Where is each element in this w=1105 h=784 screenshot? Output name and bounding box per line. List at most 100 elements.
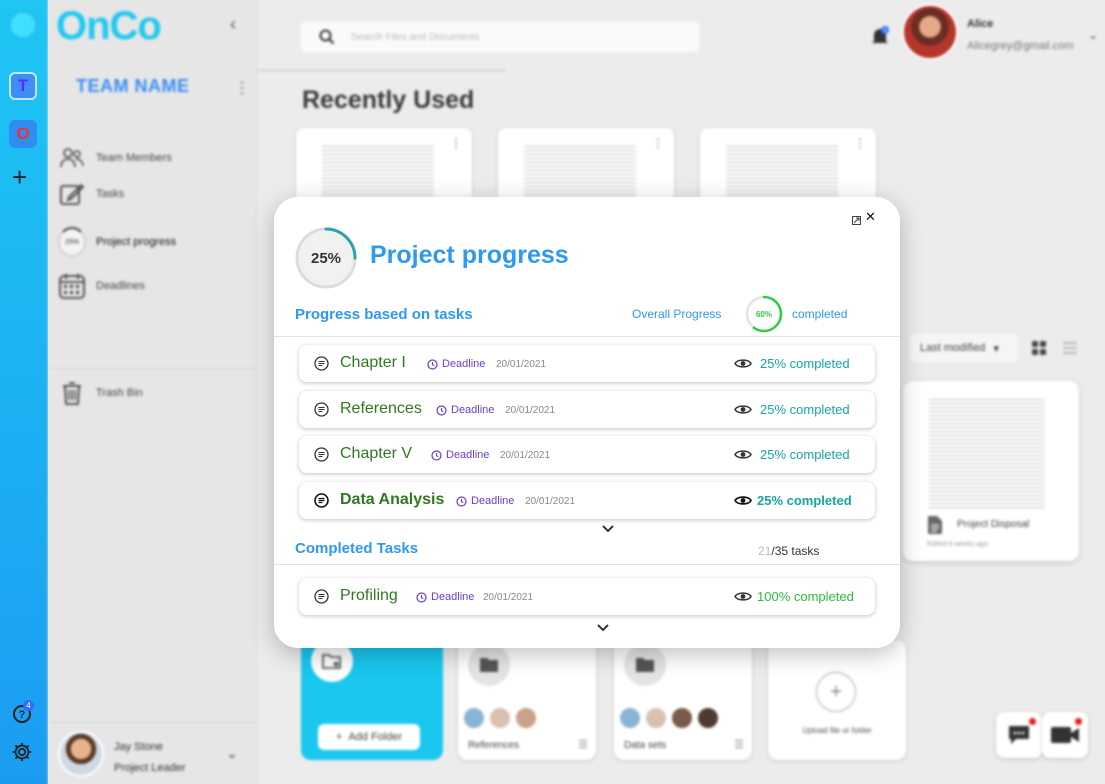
clock-icon xyxy=(431,449,442,461)
recent-doc-card[interactable]: ⋮ xyxy=(498,128,674,208)
recent-doc-card[interactable]: ⋮ xyxy=(296,128,472,208)
menu-icon[interactable]: ☰ xyxy=(734,738,744,751)
completed-task-row[interactable]: Profiling Deadline 20/01/2021 100% compl… xyxy=(299,578,875,615)
help-button[interactable]: ? 4 xyxy=(12,700,34,724)
task-name: Chapter V xyxy=(340,445,413,462)
deadline-tag: Deadline xyxy=(436,404,494,416)
overall-progress-value: 60% xyxy=(755,309,772,319)
file-card[interactable]: Project Disposal Edited 6 weeks ago xyxy=(903,381,1079,561)
task-name: References xyxy=(340,400,422,417)
clock-icon xyxy=(427,358,438,370)
chevron-down-icon[interactable] xyxy=(601,524,615,534)
help-badge: 4 xyxy=(23,700,34,711)
progress-ring-value: 25% xyxy=(310,249,342,267)
chevron-down-icon[interactable]: ⌄ xyxy=(226,745,238,762)
close-icon[interactable]: ✕ xyxy=(865,209,876,225)
eye-icon[interactable] xyxy=(734,494,752,507)
list-view-button[interactable] xyxy=(1062,340,1078,356)
collapse-sidebar-icon[interactable]: ‹ xyxy=(230,14,236,35)
sidebar-item-label: Deadlines xyxy=(96,280,145,292)
sidebar-item-team-members[interactable]: Team Members xyxy=(58,144,172,172)
section-divider xyxy=(274,564,900,565)
folder-card[interactable]: Data sets ☰ xyxy=(614,640,752,760)
sidebar-item-project-progress[interactable]: 25% Project progress xyxy=(58,227,176,257)
notifications-button[interactable]: 0 xyxy=(870,26,890,46)
deadline-tag: Deadline xyxy=(427,358,485,370)
more-icon[interactable]: ⋮ xyxy=(854,136,866,150)
menu-icon[interactable]: ☰ xyxy=(578,738,588,751)
member-avatars xyxy=(618,706,720,730)
task-progress: 25% completed xyxy=(760,447,850,462)
task-list-icon xyxy=(314,356,329,371)
folder-icon xyxy=(624,644,666,686)
grid-view-button[interactable] xyxy=(1031,340,1047,356)
overall-completed-label: completed xyxy=(792,307,848,321)
user-profile[interactable]: Jay Stone Project Leader ⌄ xyxy=(48,722,257,784)
chat-button[interactable] xyxy=(996,712,1042,758)
folder-card[interactable]: References ☰ xyxy=(458,640,596,760)
eye-icon[interactable] xyxy=(734,357,752,370)
sidebar-item-label: Tasks xyxy=(96,188,125,200)
task-row[interactable]: References Deadline 20/01/2021 25% compl… xyxy=(299,391,875,428)
home-dot-icon[interactable] xyxy=(12,14,34,36)
avatar xyxy=(58,731,104,777)
task-row[interactable]: Data Analysis Deadline 20/01/2021 25% co… xyxy=(299,482,875,519)
sidebar-item-deadlines[interactable]: Deadlines xyxy=(58,272,145,300)
team-name[interactable]: TEAM NAME xyxy=(76,76,190,97)
task-progress: 25% completed xyxy=(760,356,850,371)
deadline-date: 20/01/2021 xyxy=(500,450,551,461)
plus-icon: + xyxy=(335,731,343,743)
task-progress: 25% completed xyxy=(757,493,852,508)
add-app-icon[interactable]: + xyxy=(12,164,27,190)
add-folder-card[interactable]: + Add Folder xyxy=(301,630,443,760)
eye-icon[interactable] xyxy=(734,448,752,461)
app-logo: OnCo xyxy=(56,4,162,48)
settings-button[interactable] xyxy=(11,741,33,763)
chevron-down-icon[interactable] xyxy=(596,623,610,633)
sort-dropdown[interactable]: Last modified ▾ xyxy=(910,334,1018,362)
deadline-tag: Deadline xyxy=(416,591,474,603)
app-o-button[interactable]: O xyxy=(9,120,37,148)
sort-label: Last modified xyxy=(920,342,986,354)
bell-icon: 0 xyxy=(872,26,889,43)
task-row[interactable]: Chapter V Deadline 20/01/2021 25% comple… xyxy=(299,436,875,473)
overall-progress-label: Overall Progress xyxy=(632,307,722,321)
clock-icon xyxy=(456,495,467,507)
task-list-icon xyxy=(314,493,329,508)
edit-icon xyxy=(58,180,86,208)
more-icon[interactable]: ⋮ xyxy=(652,136,664,150)
chevron-down-icon[interactable]: ⌄ xyxy=(1088,28,1098,42)
search-bar[interactable]: Search Files and Documents xyxy=(301,22,699,52)
upload-label: Upload file or folder xyxy=(802,726,872,735)
project-progress-modal: ✕ 25% Project progress Progress based on… xyxy=(274,197,900,648)
svg-text:?: ? xyxy=(19,709,26,721)
video-icon xyxy=(1051,727,1079,743)
sidebar-item-tasks[interactable]: Tasks xyxy=(58,180,124,208)
search-icon xyxy=(319,29,335,45)
video-call-button[interactable] xyxy=(1042,712,1088,758)
user-email: Alicegrey@gmail.com xyxy=(967,40,1074,52)
eye-icon[interactable] xyxy=(734,590,752,603)
recently-used-title: Recently Used xyxy=(302,86,475,114)
sidebar-item-label: Team Members xyxy=(96,152,172,164)
recent-doc-card[interactable]: ⋮ xyxy=(700,128,876,208)
search-input[interactable]: Search Files and Documents xyxy=(351,32,479,43)
app-rail: T O + ? 4 xyxy=(0,0,48,784)
people-icon xyxy=(58,144,86,172)
section-divider xyxy=(274,336,900,337)
more-icon[interactable]: ⋮ xyxy=(450,136,462,150)
user-avatar[interactable] xyxy=(902,4,958,60)
sidebar-item-trash[interactable]: Trash Bin xyxy=(58,379,143,407)
file-name: Project Disposal xyxy=(957,519,1030,530)
upload-card[interactable]: + Upload file or folder xyxy=(768,640,906,760)
deadline-date: 20/01/2021 xyxy=(483,592,534,603)
task-row[interactable]: Chapter I Deadline 20/01/2021 25% comple… xyxy=(299,345,875,382)
sidebar: OnCo ‹ TEAM NAME ⋮ Team Members Tasks 25… xyxy=(48,0,257,784)
add-folder-button[interactable]: + Add Folder xyxy=(318,724,420,750)
app-t-button[interactable]: T xyxy=(9,72,37,100)
profile-role: Project Leader xyxy=(114,762,186,774)
eye-icon[interactable] xyxy=(734,403,752,416)
team-menu-icon[interactable]: ⋮ xyxy=(234,78,250,98)
chat-icon xyxy=(1009,726,1029,744)
expand-icon[interactable] xyxy=(852,212,861,225)
